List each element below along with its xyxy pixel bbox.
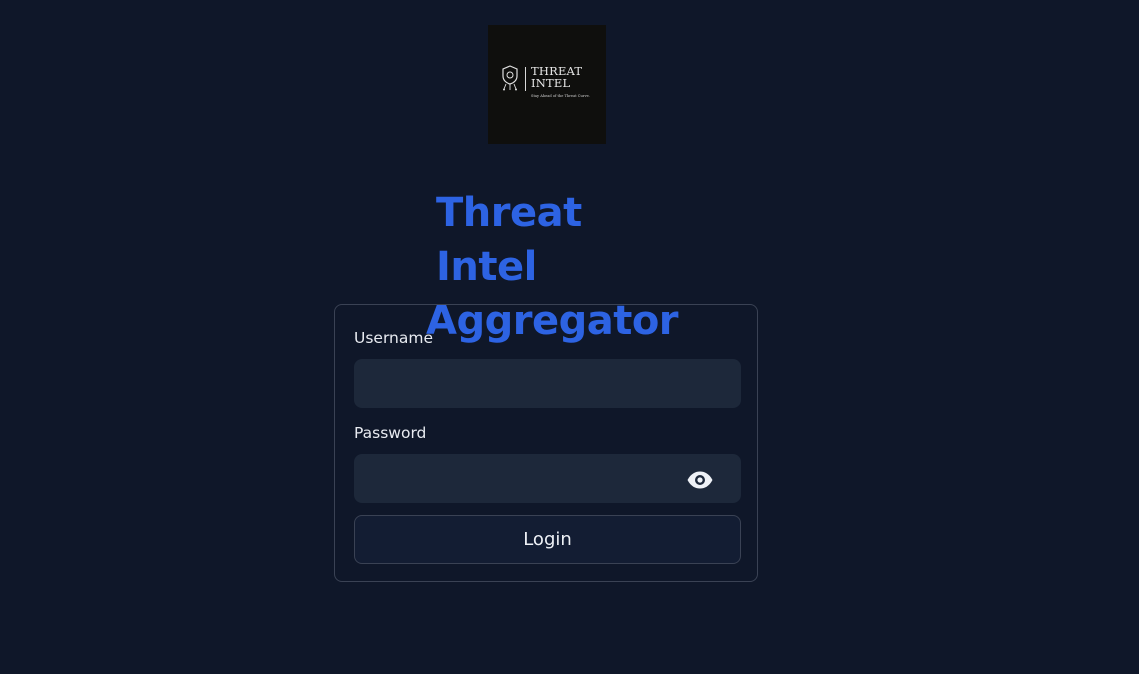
password-input[interactable] [354,454,741,503]
password-label: Password [354,424,427,442]
login-button[interactable]: Login [354,515,741,564]
logo-lockup: THREAT INTEL [500,65,582,91]
shield-circuit-icon [502,65,518,91]
logo-divider [525,67,526,91]
logo-wordmark: THREAT INTEL [531,65,582,89]
login-form: Username Password Login [334,304,758,582]
title-line-1: Threat Intel [436,190,582,290]
username-input[interactable] [354,359,741,408]
username-label: Username [354,329,434,347]
login-page: THREAT INTEL Stay Ahead of the Threat Cu… [0,0,1139,674]
brand-logo: THREAT INTEL Stay Ahead of the Threat Cu… [488,25,606,144]
logo-line-2: INTEL [531,76,571,90]
logo-tagline: Stay Ahead of the Threat Curve. [531,94,590,98]
eye-icon[interactable] [686,470,714,490]
